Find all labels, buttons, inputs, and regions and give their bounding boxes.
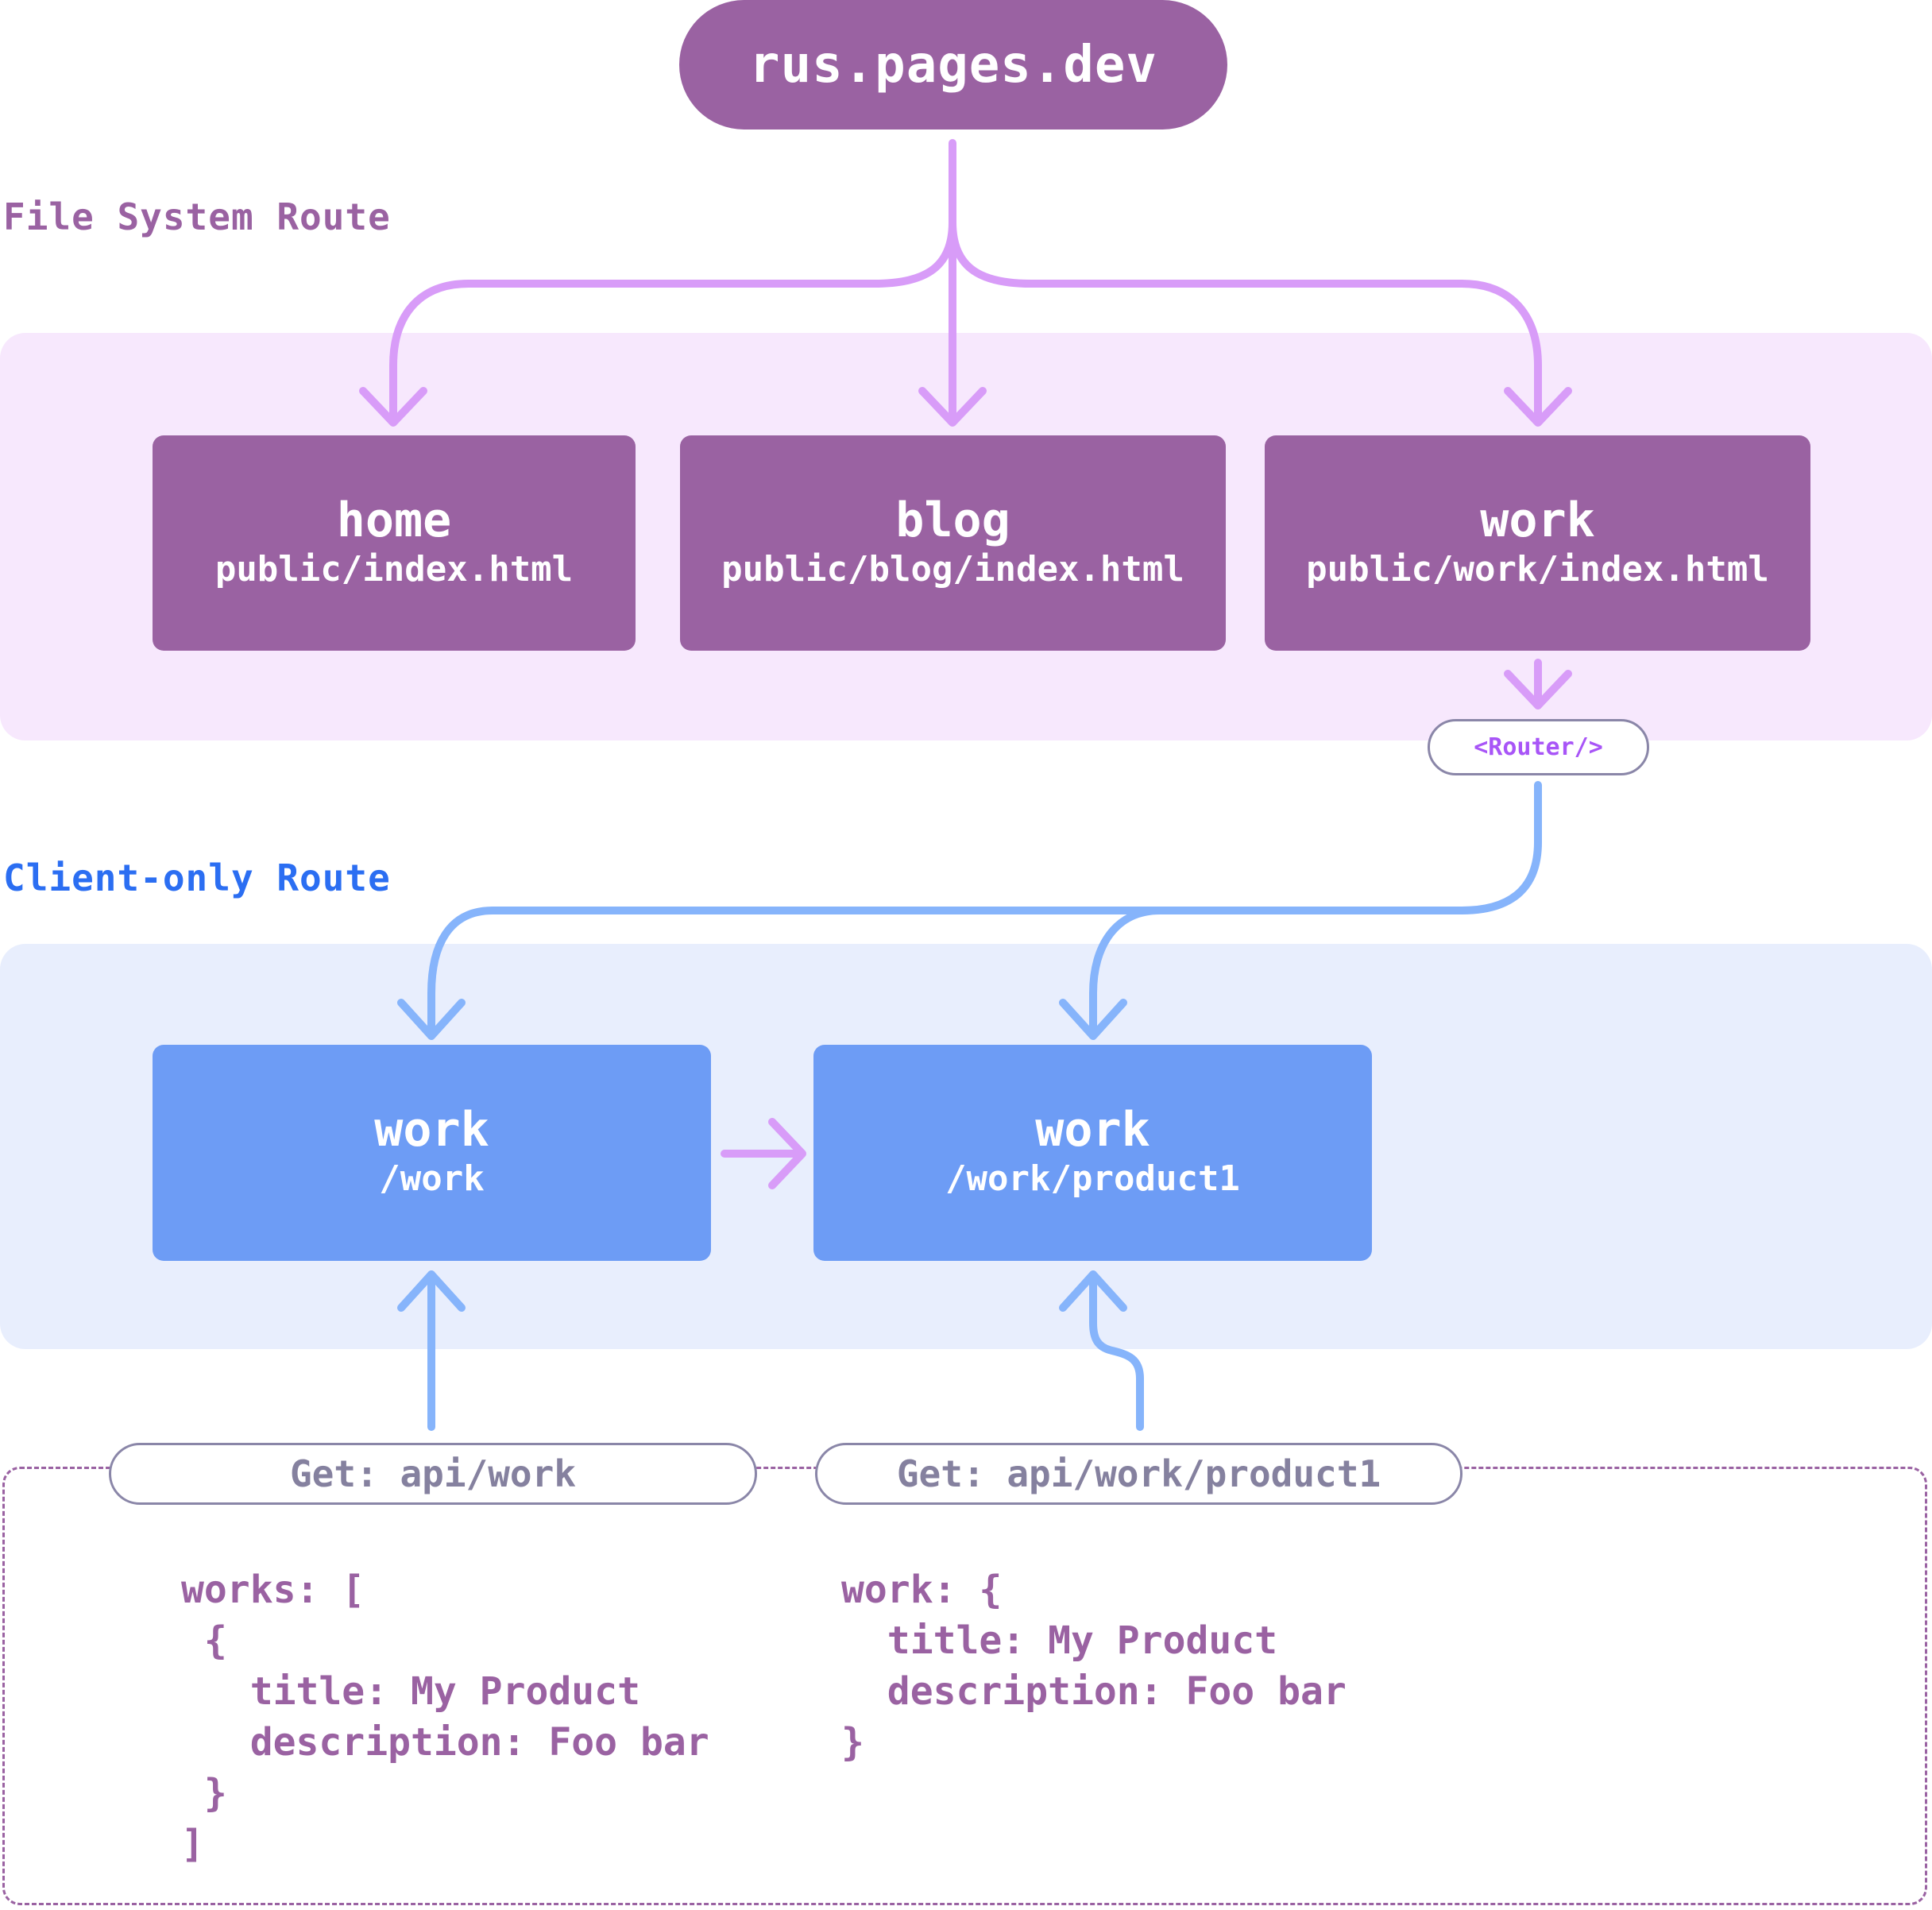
- code-line: title: My Product: [841, 1618, 1278, 1663]
- route-title: work: [1035, 1102, 1150, 1158]
- client-only-route-label: Client-only Route: [3, 856, 391, 899]
- route-path: /work/product1: [945, 1158, 1240, 1200]
- code-line: works: [: [181, 1568, 365, 1612]
- route-path: public/blog/index.html: [721, 548, 1184, 590]
- code-line: title: My Product: [181, 1669, 640, 1714]
- api-response-product: work: { title: My Product description: F…: [841, 1564, 1347, 1768]
- code-line: description: Foo bar: [181, 1720, 709, 1765]
- client-route-node-product: work /work/product1: [813, 1045, 1372, 1261]
- route-title: home: [336, 492, 452, 548]
- code-line: {: [181, 1618, 227, 1663]
- route-title: blog: [895, 492, 1010, 548]
- router-node: <Router/>: [1428, 719, 1649, 775]
- code-line: work: {: [841, 1568, 1003, 1612]
- route-node-blog: blog public/blog/index.html: [680, 435, 1226, 651]
- route-node-home: home public/index.html: [153, 435, 636, 651]
- route-title: work: [374, 1102, 489, 1158]
- code-line: ]: [181, 1822, 204, 1866]
- route-node-work: work public/work/index.html: [1265, 435, 1810, 651]
- code-line: }: [181, 1771, 227, 1815]
- route-title: work: [1480, 492, 1595, 548]
- api-request-work: Get: api/work: [109, 1443, 757, 1505]
- api-request-label: Get: api/work: [289, 1452, 577, 1495]
- client-route-node-work: work /work: [153, 1045, 711, 1261]
- route-path: public/index.html: [214, 548, 574, 590]
- api-request-label: Get: api/work/product1: [896, 1452, 1381, 1495]
- route-path: public/work/index.html: [1306, 548, 1769, 590]
- domain-node: rus.pages.dev: [679, 0, 1227, 130]
- code-line: description: Foo bar: [841, 1669, 1347, 1714]
- domain-label: rus.pages.dev: [749, 35, 1157, 95]
- api-request-product: Get: api/work/product1: [815, 1443, 1463, 1505]
- route-path: /work: [379, 1158, 485, 1200]
- api-response-work: works: [ { title: My Product description…: [181, 1564, 709, 1869]
- code-line: }: [841, 1720, 864, 1765]
- file-system-route-label: File System Route: [3, 195, 391, 238]
- router-label: <Router/>: [1474, 733, 1603, 761]
